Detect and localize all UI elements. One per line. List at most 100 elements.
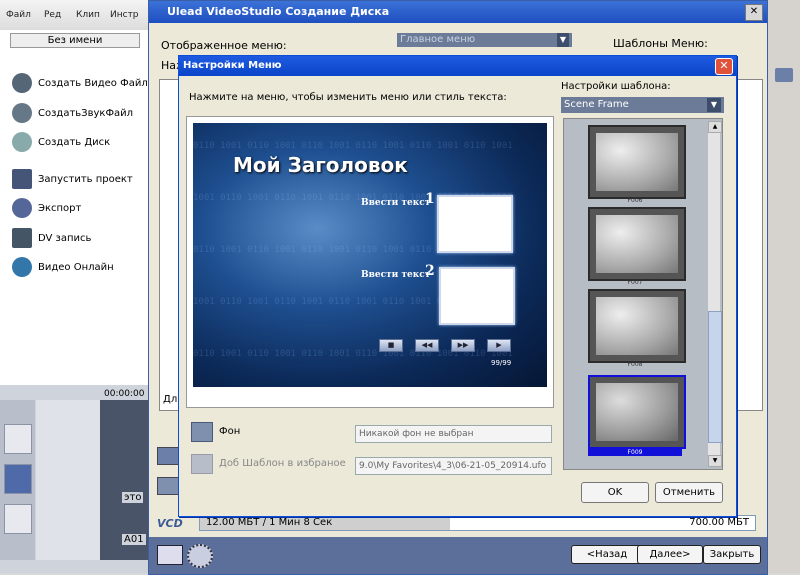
background-row: Фон Никакой фон не выбран: [191, 422, 571, 444]
background-label: Фон: [219, 426, 241, 437]
template-caption: F007: [627, 279, 643, 286]
sidebar-item-create-video[interactable]: Создать Видео Файл: [12, 72, 148, 94]
template-scrollbar[interactable]: ▲ ▼: [708, 121, 722, 467]
online-icon: [12, 257, 32, 277]
previous-nav-icon[interactable]: ◀◀: [415, 339, 439, 352]
video-track[interactable]: это A01: [100, 400, 150, 560]
window-titlebar: Ulead VideoStudio Создание Диска: [149, 1, 767, 23]
sidebar-item-create-disc[interactable]: Создать Диск: [12, 131, 110, 153]
capacity-used: 12.00 МБТ / 1 Мин 8 Сек: [206, 517, 333, 528]
menu-item-1-text[interactable]: Ввести текст: [361, 198, 430, 208]
partial-text: Дл: [163, 394, 178, 405]
menu-tools[interactable]: Инстр: [110, 10, 139, 20]
background-icon[interactable]: [191, 422, 213, 442]
track-headers: [36, 400, 100, 560]
template-caption: F008: [627, 361, 643, 368]
add-media-icon[interactable]: [157, 477, 179, 495]
displayed-menu-label: Отображенное меню:: [161, 39, 287, 52]
dv-icon: [12, 228, 32, 248]
scroll-up-icon[interactable]: ▲: [708, 121, 722, 133]
add-menu-icon[interactable]: [157, 447, 179, 465]
next-button[interactable]: Далее>: [637, 545, 703, 564]
close-icon[interactable]: ✕: [715, 58, 733, 75]
ok-button[interactable]: OK: [581, 482, 649, 503]
sidebar-item-label: СоздатьЗвукФайл: [38, 107, 134, 119]
timeline-mode-buttons: [0, 400, 35, 560]
menu-preview[interactable]: 0110 1001 0110 1001 0110 1001 0110 1001 …: [193, 123, 547, 387]
displayed-menu-select[interactable]: Главное меню: [397, 33, 572, 47]
menu-item-2-number: 2: [425, 263, 435, 279]
dialog-title: Настройки Меню: [183, 60, 282, 71]
menu-item-2-text[interactable]: Ввести текст: [361, 270, 430, 280]
timeline-button[interactable]: [4, 464, 32, 494]
menu-list-icon[interactable]: [157, 545, 183, 565]
sidebar-item-label: Запустить проект: [38, 173, 133, 185]
app-menubar: Файл Ред Клип Инстр: [0, 0, 150, 30]
menu-hint: Нажмите на меню, чтобы изменить меню или…: [189, 92, 507, 103]
close-button[interactable]: Закрыть: [703, 545, 761, 564]
add-favorite-icon[interactable]: [191, 454, 213, 474]
background-field: Никакой фон не выбран: [355, 425, 552, 443]
play-nav-icon[interactable]: ▶: [487, 339, 511, 352]
menu-file[interactable]: Файл: [6, 10, 31, 20]
template-select[interactable]: Scene Frame: [561, 97, 724, 113]
back-button[interactable]: <Назад: [571, 545, 643, 564]
sidebar-item-label: Экспорт: [38, 202, 82, 214]
scroll-thumb[interactable]: [708, 311, 722, 443]
film-icon: [12, 73, 32, 93]
sidebar-item-label: Видео Онлайн: [38, 261, 114, 273]
template-caption: F006: [627, 197, 643, 204]
template-caption-selected: F009: [588, 449, 682, 456]
sidebar-item-run-project[interactable]: Запустить проект: [12, 168, 133, 190]
audio-view-button[interactable]: [4, 504, 32, 534]
capacity-meter: 12.00 МБТ / 1 Мин 8 Сек 700.00 МБТ: [199, 515, 756, 531]
settings-gear-icon[interactable]: [187, 544, 213, 568]
disc-icon: [12, 132, 32, 152]
project-name: Без имени: [10, 33, 140, 48]
template-thumbnail-selected[interactable]: [588, 375, 686, 449]
sidebar-item-create-audio[interactable]: СоздатьЗвукФайл: [12, 102, 133, 124]
sidebar-item-video-online[interactable]: Видео Онлайн: [12, 256, 114, 278]
chevron-down-icon[interactable]: ▼: [707, 98, 721, 112]
menu-item-2-thumbnail[interactable]: [439, 267, 515, 325]
dialog-titlebar: Настройки Меню: [179, 56, 736, 76]
chevron-down-icon[interactable]: ▼: [557, 33, 569, 47]
app-sidebar: Без имени Создать Видео Файл СоздатьЗвук…: [0, 30, 149, 385]
export-icon: [12, 198, 32, 218]
folder-icon[interactable]: [775, 68, 793, 82]
template-thumbnail[interactable]: [588, 289, 686, 363]
template-settings-label: Настройки шаблона:: [561, 81, 671, 92]
menu-preview-frame: 0110 1001 0110 1001 0110 1001 0110 1001 …: [186, 116, 554, 408]
menu-item-1-number: 1: [425, 191, 435, 207]
cancel-button[interactable]: Отменить: [655, 482, 723, 503]
menu-title-text[interactable]: Мой Заголовок: [233, 153, 408, 177]
title-clip[interactable]: это: [122, 492, 144, 503]
next-nav-icon[interactable]: ▶▶: [451, 339, 475, 352]
capacity-total: 700.00 МБТ: [689, 517, 749, 528]
close-icon[interactable]: ✕: [745, 4, 763, 21]
audio-icon: [12, 103, 32, 123]
favorite-path-field: 9.0\My Favorites\4_3\06-21-05_20914.ufo: [355, 457, 552, 475]
binary-pattern: 0110 1001 0110 1001 0110 1001 0110 1001 …: [193, 141, 513, 151]
sidebar-item-label: Создать Диск: [38, 136, 111, 148]
menu-item-1-thumbnail[interactable]: [437, 195, 513, 253]
menu-edit[interactable]: Ред: [44, 10, 61, 20]
disc-type-label: VCD: [157, 517, 183, 530]
timecode: 00:00:00: [104, 389, 145, 399]
menu-templates-label: Шаблоны Меню:: [613, 37, 708, 50]
menu-settings-dialog: Настройки Меню ✕ Нажмите на меню, чтобы …: [178, 55, 737, 517]
home-nav-icon[interactable]: ■: [379, 339, 403, 352]
template-list: F006 F007 F008 F009 ▲ ▼: [563, 118, 723, 470]
audio-clip[interactable]: A01: [122, 534, 146, 545]
sidebar-item-label: DV запись: [38, 232, 92, 244]
template-list-panel: [737, 79, 763, 411]
scroll-down-icon[interactable]: ▼: [708, 455, 722, 467]
template-thumbnail[interactable]: [588, 125, 686, 199]
sidebar-item-export[interactable]: Экспорт: [12, 197, 81, 219]
storyboard-button[interactable]: [4, 424, 32, 454]
window-footer: <Назад Далее> Закрыть: [149, 537, 767, 574]
add-template-label: Доб Шаблон в избраное: [219, 458, 346, 469]
sidebar-item-dv-record[interactable]: DV запись: [12, 227, 91, 249]
template-thumbnail[interactable]: [588, 207, 686, 281]
menu-clip[interactable]: Клип: [76, 10, 100, 20]
